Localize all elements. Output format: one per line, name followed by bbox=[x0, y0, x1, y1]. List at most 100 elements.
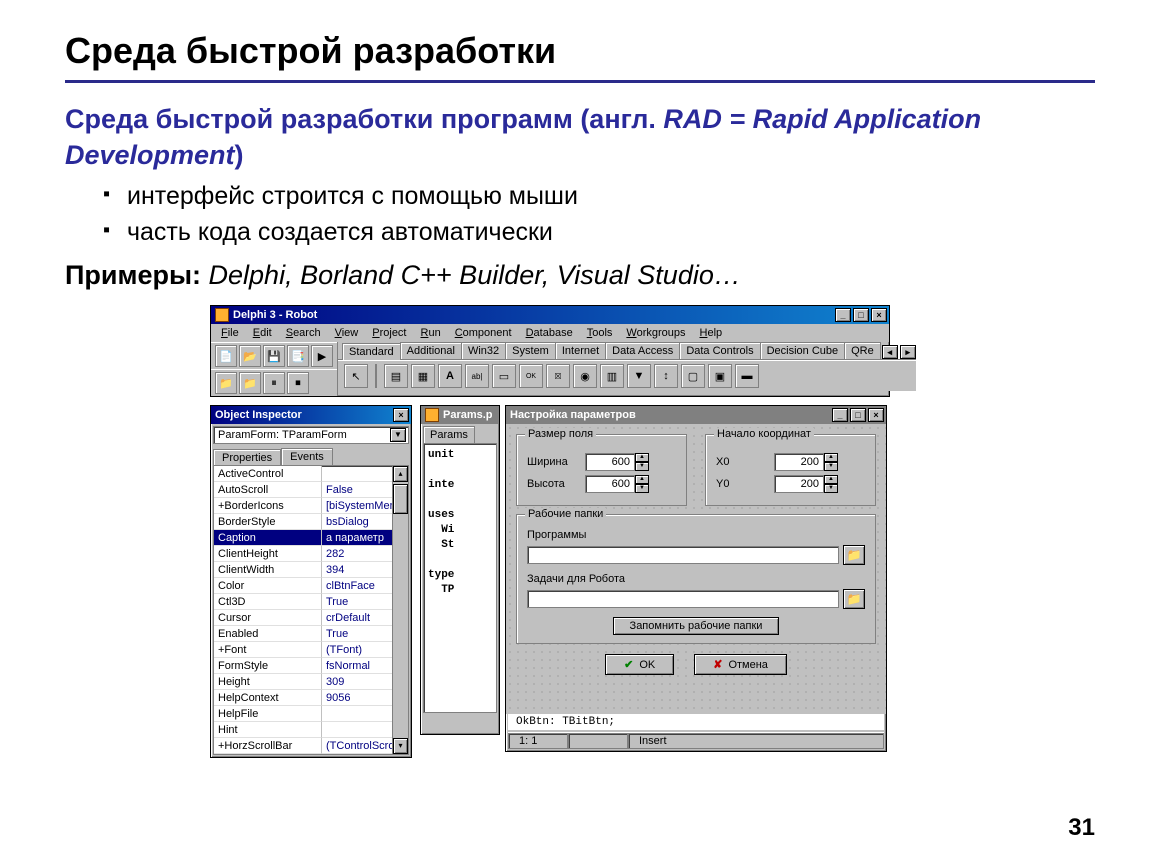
y0-spin[interactable]: ▲▼ bbox=[774, 475, 838, 493]
browse-folder-button[interactable]: 📁 bbox=[843, 589, 865, 609]
menu-edit[interactable]: Edit bbox=[247, 326, 278, 340]
inspector-tabs[interactable]: Properties Events bbox=[211, 446, 411, 465]
spin-down-icon[interactable]: ▼ bbox=[635, 462, 649, 471]
property-row[interactable]: Hint bbox=[214, 722, 408, 738]
toolbar-btn[interactable]: 📂 bbox=[239, 345, 261, 367]
toolbar-btn[interactable]: 📁 bbox=[239, 372, 261, 394]
remember-folders-button[interactable]: Запомнить рабочие папки bbox=[613, 617, 780, 635]
property-row[interactable]: ActiveControl bbox=[214, 466, 408, 482]
property-row[interactable]: Ctl3DTrue bbox=[214, 594, 408, 610]
inspector-close-button[interactable]: × bbox=[393, 408, 409, 422]
tasks-path-input[interactable] bbox=[527, 590, 839, 608]
palette-listbox[interactable]: ▥ bbox=[600, 364, 624, 388]
menu-search[interactable]: Search bbox=[280, 326, 327, 340]
property-row[interactable]: ClientWidth394 bbox=[214, 562, 408, 578]
spin-up-icon[interactable]: ▲ bbox=[824, 453, 838, 462]
component-tab[interactable]: Data Controls bbox=[679, 342, 760, 359]
component-tab[interactable]: Data Access bbox=[605, 342, 680, 359]
toolbar-btn[interactable]: 📁 bbox=[215, 372, 237, 394]
groupbox-folders[interactable]: Рабочие папки Программы 📁 Задачи для Роб… bbox=[516, 514, 876, 644]
x0-spin[interactable]: ▲▼ bbox=[774, 453, 838, 471]
property-row[interactable]: Height309 bbox=[214, 674, 408, 690]
tab-events[interactable]: Events bbox=[281, 448, 333, 465]
groupbox-origin[interactable]: Начало координат X0 ▲▼ Y0 bbox=[705, 434, 876, 506]
param-titlebar[interactable]: Настройка параметров _ □ × bbox=[506, 406, 886, 424]
toolbar-btn[interactable]: ▶ bbox=[311, 345, 333, 367]
palette-edit[interactable]: ab| bbox=[465, 364, 489, 388]
property-row[interactable]: Captionа параметр bbox=[214, 530, 408, 546]
width-input[interactable] bbox=[585, 453, 635, 471]
spin-down-icon[interactable]: ▼ bbox=[824, 462, 838, 471]
palette-arrow[interactable]: ↖ bbox=[344, 364, 368, 388]
scroll-thumb[interactable] bbox=[393, 484, 408, 514]
close-button[interactable]: × bbox=[868, 408, 884, 422]
spin-down-icon[interactable]: ▼ bbox=[824, 484, 838, 493]
palette-scrollbar[interactable]: ↕ bbox=[654, 364, 678, 388]
browse-folder-button[interactable]: 📁 bbox=[843, 545, 865, 565]
property-row[interactable]: BorderStylebsDialog bbox=[214, 514, 408, 530]
y0-input[interactable] bbox=[774, 475, 824, 493]
toolbar-btn[interactable]: 📄 bbox=[215, 345, 237, 367]
tabs-left-button[interactable]: ◂ bbox=[882, 345, 898, 359]
maximize-button[interactable]: □ bbox=[850, 408, 866, 422]
property-row[interactable]: +BorderIcons[biSystemMen bbox=[214, 498, 408, 514]
property-row[interactable]: +HorzScrollBar(TControlScro bbox=[214, 738, 408, 754]
menu-help[interactable]: Help bbox=[694, 326, 729, 340]
height-spin[interactable]: ▲▼ bbox=[585, 475, 649, 493]
tab-properties[interactable]: Properties bbox=[213, 449, 281, 466]
form-designer-surface[interactable]: Размер поля Ширина ▲▼ Высота bbox=[506, 424, 886, 714]
component-tab[interactable]: Internet bbox=[555, 342, 606, 359]
menu-component[interactable]: Component bbox=[449, 326, 518, 340]
scroll-down-icon[interactable]: ▾ bbox=[393, 738, 408, 754]
minimize-button[interactable]: _ bbox=[835, 308, 851, 322]
code-tabs[interactable]: Params bbox=[421, 424, 499, 443]
groupbox-size[interactable]: Размер поля Ширина ▲▼ Высота bbox=[516, 434, 687, 506]
code-titlebar[interactable]: Params.p bbox=[421, 406, 499, 424]
dropdown-arrow-icon[interactable]: ▼ bbox=[390, 428, 406, 442]
toolbar-btn[interactable]: 💾 bbox=[263, 345, 285, 367]
inspector-titlebar[interactable]: Object Inspector × bbox=[211, 406, 411, 424]
property-row[interactable]: EnabledTrue bbox=[214, 626, 408, 642]
component-tabs[interactable]: Standard Additional Win32 System Interne… bbox=[338, 342, 916, 360]
menu-bar[interactable]: File Edit Search View Project Run Compon… bbox=[211, 324, 889, 342]
palette-combobox[interactable]: ▼ bbox=[627, 364, 651, 388]
component-selector-combo[interactable]: ParamForm: TParamForm ▼ bbox=[213, 426, 409, 444]
spin-up-icon[interactable]: ▲ bbox=[824, 475, 838, 484]
palette-radio[interactable]: ◉ bbox=[573, 364, 597, 388]
minimize-button[interactable]: _ bbox=[832, 408, 848, 422]
menu-view[interactable]: View bbox=[329, 326, 365, 340]
property-row[interactable]: AutoScrollFalse bbox=[214, 482, 408, 498]
component-tab[interactable]: QRe bbox=[844, 342, 881, 359]
property-row[interactable]: HelpFile bbox=[214, 706, 408, 722]
menu-file[interactable]: File bbox=[215, 326, 245, 340]
toolbar-btn[interactable]: ⏸ bbox=[263, 372, 285, 394]
code-tab[interactable]: Params bbox=[423, 426, 475, 443]
maximize-button[interactable]: □ bbox=[853, 308, 869, 322]
menu-project[interactable]: Project bbox=[366, 326, 412, 340]
menu-tools[interactable]: Tools bbox=[581, 326, 619, 340]
menu-run[interactable]: Run bbox=[415, 326, 447, 340]
spin-down-icon[interactable]: ▼ bbox=[635, 484, 649, 493]
menu-workgroups[interactable]: Workgroups bbox=[620, 326, 691, 340]
tabs-right-button[interactable]: ▸ bbox=[900, 345, 916, 359]
close-button[interactable]: × bbox=[871, 308, 887, 322]
scroll-up-icon[interactable]: ▴ bbox=[393, 466, 408, 482]
component-tab[interactable]: System bbox=[505, 342, 556, 359]
inspector-scrollbar[interactable]: ▴ ▾ bbox=[392, 466, 408, 754]
component-tab[interactable]: Additional bbox=[400, 342, 462, 359]
property-row[interactable]: HelpContext9056 bbox=[214, 690, 408, 706]
palette-checkbox[interactable]: ☒ bbox=[546, 364, 570, 388]
palette-groupbox[interactable]: ▢ bbox=[681, 364, 705, 388]
property-row[interactable]: ColorclBtnFace bbox=[214, 578, 408, 594]
x0-input[interactable] bbox=[774, 453, 824, 471]
menu-database[interactable]: Database bbox=[520, 326, 579, 340]
palette-button[interactable]: OK bbox=[519, 364, 543, 388]
delphi-titlebar[interactable]: Delphi 3 - Robot _ □ × bbox=[211, 306, 889, 324]
property-row[interactable]: CursorcrDefault bbox=[214, 610, 408, 626]
programs-path-input[interactable] bbox=[527, 546, 839, 564]
property-row[interactable]: FormStylefsNormal bbox=[214, 658, 408, 674]
cancel-button[interactable]: ✘Отмена bbox=[694, 654, 787, 675]
palette-label[interactable]: A bbox=[438, 364, 462, 388]
palette-memo[interactable]: ▭ bbox=[492, 364, 516, 388]
toolbar-btn[interactable]: 📑 bbox=[287, 345, 309, 367]
